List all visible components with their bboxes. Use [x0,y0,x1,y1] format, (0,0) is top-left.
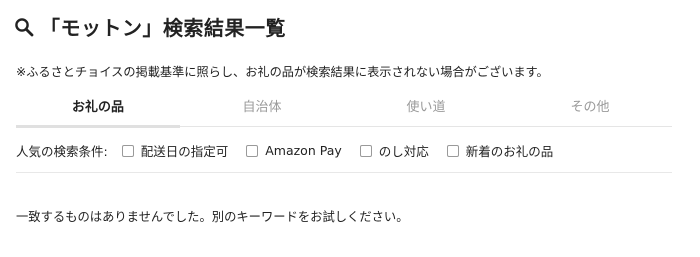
tab-uses[interactable]: 使い道 [344,98,508,126]
filter-option-label: 新着のお礼の品 [465,144,554,159]
tab-gifts[interactable]: お礼の品 [16,98,180,128]
filter-new-arrivals[interactable]: 新着のお礼の品 [446,141,554,160]
checkbox[interactable] [121,144,134,157]
popular-filters: 人気の検索条件: 配送日の指定可 Amazon Pay のし対応 新着のお礼の品 [16,141,571,160]
filter-noshi[interactable]: のし対応 [359,141,429,160]
search-icon [14,17,34,37]
filter-delivery-date[interactable]: 配送日の指定可 [121,141,229,160]
tab-municipalities[interactable]: 自治体 [180,98,344,126]
checkbox[interactable] [446,144,459,157]
filters-label: 人気の検索条件: [16,144,108,159]
filter-option-label: 配送日の指定可 [140,144,229,159]
result-tabs: お礼の品 自治体 使い道 その他 [16,98,672,128]
checkbox[interactable] [246,144,259,157]
checkbox[interactable] [359,144,372,157]
no-results-message: 一致するものはありませんでした。別のキーワードをお試しください。 [16,210,409,224]
divider [16,172,672,173]
filter-option-label: Amazon Pay [265,143,342,158]
search-notice: ※ふるさとチョイスの掲載基準に照らし、お礼の品が検索結果に表示されない場合がござ… [16,65,549,79]
page-title-row: 「モットン」検索結果一覧 [14,12,286,41]
tab-other[interactable]: その他 [508,98,672,126]
filter-amazon-pay[interactable]: Amazon Pay [246,143,342,158]
filter-option-label: のし対応 [378,144,429,159]
page-title: 「モットン」検索結果一覧 [40,16,286,40]
